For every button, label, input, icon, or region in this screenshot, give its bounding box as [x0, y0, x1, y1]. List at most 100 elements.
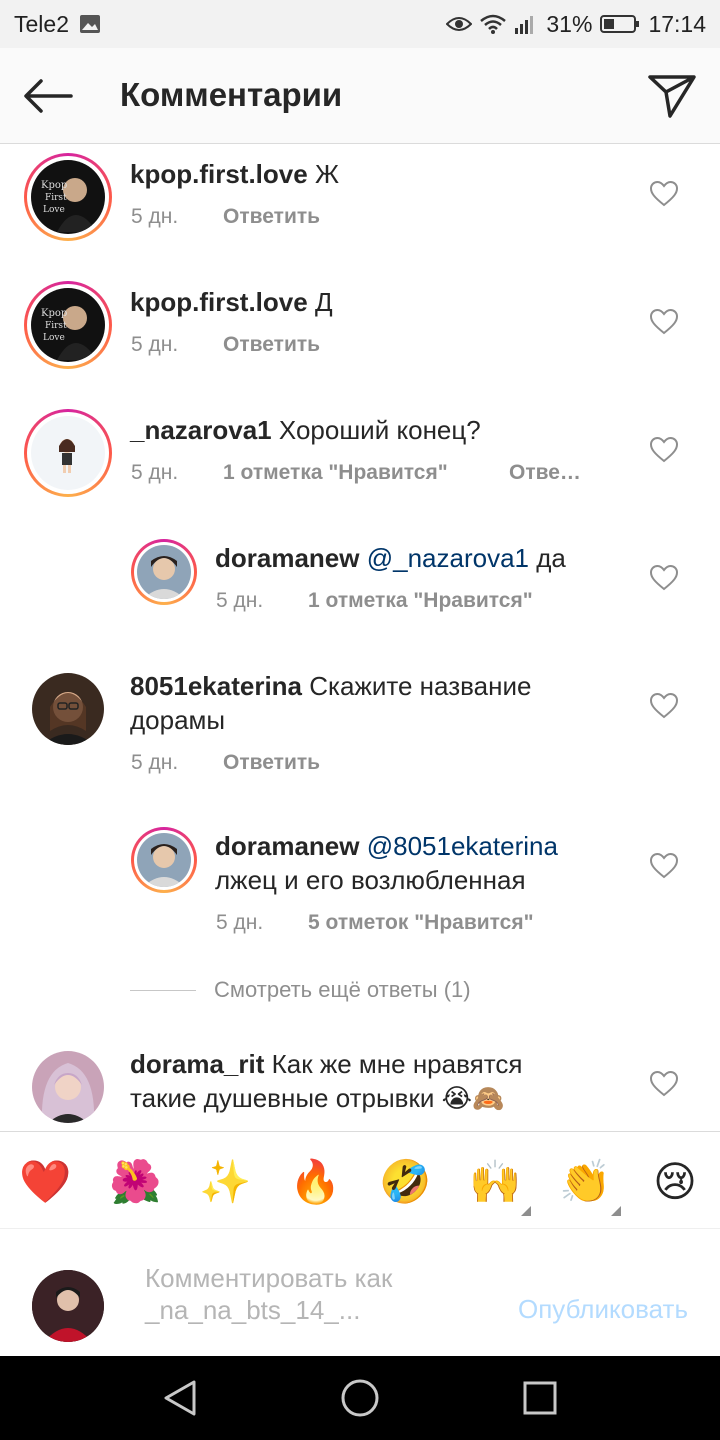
back-button[interactable]: [22, 74, 74, 118]
wifi-icon: [480, 14, 507, 34]
sparkles-emoji-button[interactable]: ✨: [199, 1156, 251, 1208]
heart-icon[interactable]: [650, 1071, 678, 1097]
view-more-replies-label: Смотреть ещё ответы (1): [214, 977, 471, 1002]
divider: [130, 989, 196, 991]
heart-icon[interactable]: [650, 437, 678, 463]
comment-text-line2: дорамы: [130, 705, 226, 735]
raising-hands-emoji-button[interactable]: 🙌: [469, 1156, 521, 1208]
clock: 17:14: [648, 10, 706, 37]
system-nav-bar: [0, 1356, 720, 1440]
comment-item: Kpop First Love kpop.first.love Д 5 дн. От…: [0, 273, 720, 401]
avatar[interactable]: [24, 409, 112, 497]
reply-button[interactable]: Ответить: [223, 205, 320, 229]
share-button[interactable]: [646, 72, 698, 120]
comment-input-placeholder-user: _na_na_bts_14_...: [145, 1295, 361, 1325]
crying-emoji-button[interactable]: 😢: [649, 1156, 701, 1208]
avatar[interactable]: [32, 1051, 104, 1123]
comment-item: Kpop First Love kpop.first.love Ж 5 дн. От…: [0, 145, 720, 273]
comment-time: 5 дн.: [216, 589, 264, 612]
comment-item: 8051ekaterina Скажите название дорамы 5 …: [0, 657, 720, 817]
view-more-replies-button[interactable]: Смотреть ещё ответы (1): [130, 977, 471, 1003]
likes-count[interactable]: 1 отметка "Нравится": [308, 589, 533, 613]
mention-link[interactable]: @8051ekaterina: [367, 831, 558, 861]
avatar: [32, 1270, 104, 1342]
heart-icon[interactable]: [650, 181, 678, 207]
likes-count[interactable]: 5 отметок "Нравится": [308, 911, 534, 935]
avatar[interactable]: Kpop First Love: [24, 153, 112, 241]
comment-time: 5 дн.: [131, 205, 179, 228]
arrow-left-icon: [24, 79, 73, 113]
comment-username[interactable]: kpop.first.love: [130, 159, 308, 189]
svg-text:Love: Love: [43, 333, 65, 343]
comment-username[interactable]: doramanew: [215, 543, 360, 573]
comment-username[interactable]: dorama_rit: [130, 1049, 264, 1079]
comment-username[interactable]: doramanew: [215, 831, 360, 861]
send-icon: [648, 75, 696, 118]
comment-input[interactable]: Комментировать как _na_na_bts_14_...: [145, 1262, 465, 1326]
hibiscus-emoji-button[interactable]: 🌺: [109, 1156, 161, 1208]
comment-time: 5 дн.: [131, 333, 179, 356]
avatar[interactable]: Kpop First Love: [24, 281, 112, 369]
page-title: Комментарии: [120, 76, 343, 113]
comment-text: Скажите название: [309, 671, 532, 701]
reply-item: doramanew @_nazarova1 да 5 дн. 1 отметка…: [0, 529, 720, 657]
battery-icon: [600, 14, 640, 34]
avatar[interactable]: [131, 827, 197, 893]
heart-icon[interactable]: [650, 309, 678, 335]
skin-tone-indicator: [521, 1206, 531, 1216]
carrier-name: Tele2: [14, 10, 69, 37]
comment-username[interactable]: 8051ekaterina: [130, 671, 302, 701]
svg-text:Kpop: Kpop: [41, 308, 67, 319]
rofl-emoji-button[interactable]: 🤣: [379, 1156, 431, 1208]
comment-composer: Комментировать как _na_na_bts_14_... Опу…: [0, 1230, 720, 1356]
comment-text: лжец и его возлюбленная: [215, 865, 526, 895]
eye-icon: [446, 15, 473, 33]
comment-item: dorama_rit Как же мне нравятся такие душ…: [0, 1035, 720, 1131]
comment-text: Д: [314, 287, 333, 317]
heart-icon[interactable]: [650, 853, 678, 879]
comment-text: да: [536, 543, 566, 573]
comment-text: Как же мне нравятся: [271, 1049, 523, 1079]
likes-count[interactable]: 1 отметка "Нравится": [223, 461, 509, 485]
svg-text:Kpop: Kpop: [41, 180, 67, 191]
reply-button[interactable]: Отве…: [509, 461, 581, 485]
comment-input-placeholder: Комментировать как: [145, 1263, 393, 1293]
comment-username[interactable]: _nazarova1: [130, 415, 272, 445]
battery-percent: 31%: [546, 10, 593, 37]
emoji-bar: ❤️ 🌺 ✨ 🔥 🤣 🙌 👏 😢: [0, 1131, 720, 1229]
clapping-emoji-button[interactable]: 👏: [559, 1156, 611, 1208]
recents-nav-button[interactable]: [518, 1376, 562, 1420]
comment-emojis: 😭🙈: [441, 1083, 505, 1113]
publish-button[interactable]: Опубликовать: [518, 1294, 688, 1325]
comment-text-line2: такие душевные отрывки: [130, 1083, 435, 1113]
svg-text:First: First: [45, 321, 67, 331]
comment-username[interactable]: kpop.first.love: [130, 287, 308, 317]
triangle-back-icon: [164, 1380, 196, 1416]
mention-link[interactable]: @_nazarova1: [367, 543, 529, 573]
app-header: Комментарии: [0, 48, 720, 144]
back-nav-button[interactable]: [158, 1376, 202, 1420]
reply-button[interactable]: Ответить: [223, 333, 320, 357]
avatar[interactable]: [131, 539, 197, 605]
skin-tone-indicator: [611, 1206, 621, 1216]
status-bar: Tele2 31% 17:14: [0, 0, 720, 48]
reply-button[interactable]: Ответить: [223, 751, 320, 775]
circle-home-icon: [341, 1379, 379, 1417]
home-nav-button[interactable]: [338, 1376, 382, 1420]
svg-text:Love: Love: [43, 205, 65, 215]
comment-item: _nazarova1 Хороший конец? 5 дн. 1 отметк…: [0, 401, 720, 529]
comment-time: 5 дн.: [131, 461, 179, 484]
heart-icon[interactable]: [650, 693, 678, 719]
signal-icon: [514, 14, 538, 34]
comment-time: 5 дн.: [216, 911, 264, 934]
square-recents-icon: [523, 1381, 557, 1415]
gallery-icon: [79, 14, 101, 34]
fire-emoji-button[interactable]: 🔥: [289, 1156, 341, 1208]
heart-emoji-button[interactable]: ❤️: [19, 1156, 71, 1208]
comment-text: Ж: [314, 159, 339, 189]
comments-list: Kpop First Love kpop.first.love Ж 5 дн. От…: [0, 145, 720, 1131]
heart-icon[interactable]: [650, 565, 678, 591]
avatar[interactable]: [32, 673, 104, 745]
comment-time: 5 дн.: [131, 751, 179, 774]
reply-item: doramanew @8051ekaterina лжец и его возл…: [0, 817, 720, 977]
